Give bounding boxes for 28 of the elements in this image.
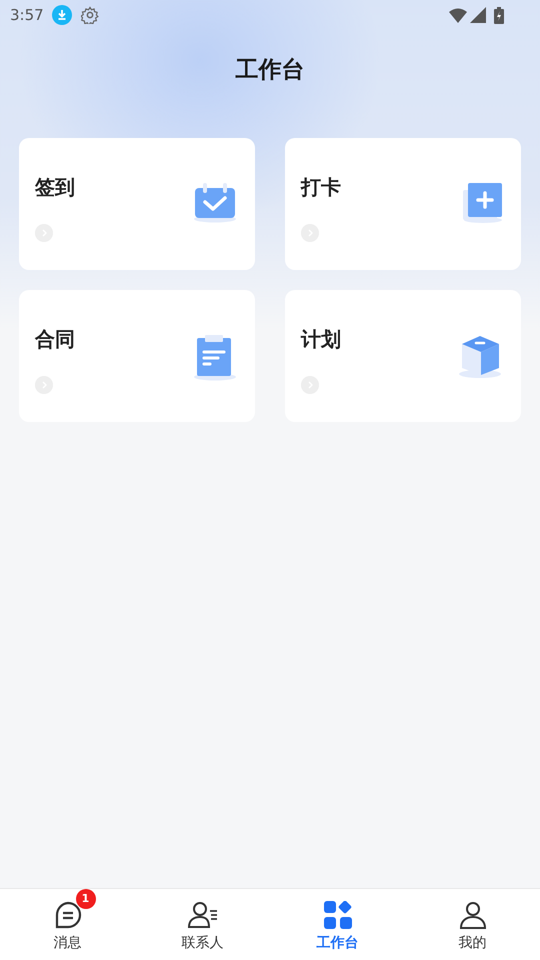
grid-apps-icon [324, 901, 352, 929]
wifi-icon [449, 8, 467, 22]
card-label: 打卡 [301, 174, 342, 201]
tab[interactable]: 联系人 [135, 889, 270, 960]
feature-card[interactable]: 签到 [19, 138, 255, 270]
card-label: 计划 [301, 326, 342, 353]
profile-icon [458, 901, 486, 929]
calendar-check-icon [193, 182, 237, 223]
signal-icon [470, 7, 486, 23]
page-title: 工作台 [234, 57, 306, 85]
battery-icon [494, 6, 504, 24]
card-label: 签到 [35, 174, 76, 201]
tab[interactable]: 我的 [405, 889, 540, 960]
card-label: 合同 [35, 326, 76, 353]
clipboard-icon [193, 334, 237, 381]
tab[interactable]: 消息 1 [0, 889, 135, 960]
feature-card[interactable]: 合同 [19, 290, 255, 422]
contacts-icon [186, 901, 218, 929]
tab[interactable]: 工作台 [270, 889, 405, 960]
status-time: 3:57 [10, 4, 44, 26]
unread-badge: 1 [76, 889, 96, 909]
feature-card[interactable]: 计划 [285, 290, 521, 422]
feature-card[interactable]: 打卡 [285, 138, 521, 270]
settings-icon [80, 6, 99, 24]
cube-icon [459, 334, 503, 379]
chat-icon [54, 901, 82, 929]
add-square-icon [463, 182, 503, 223]
download-icon [52, 5, 72, 25]
